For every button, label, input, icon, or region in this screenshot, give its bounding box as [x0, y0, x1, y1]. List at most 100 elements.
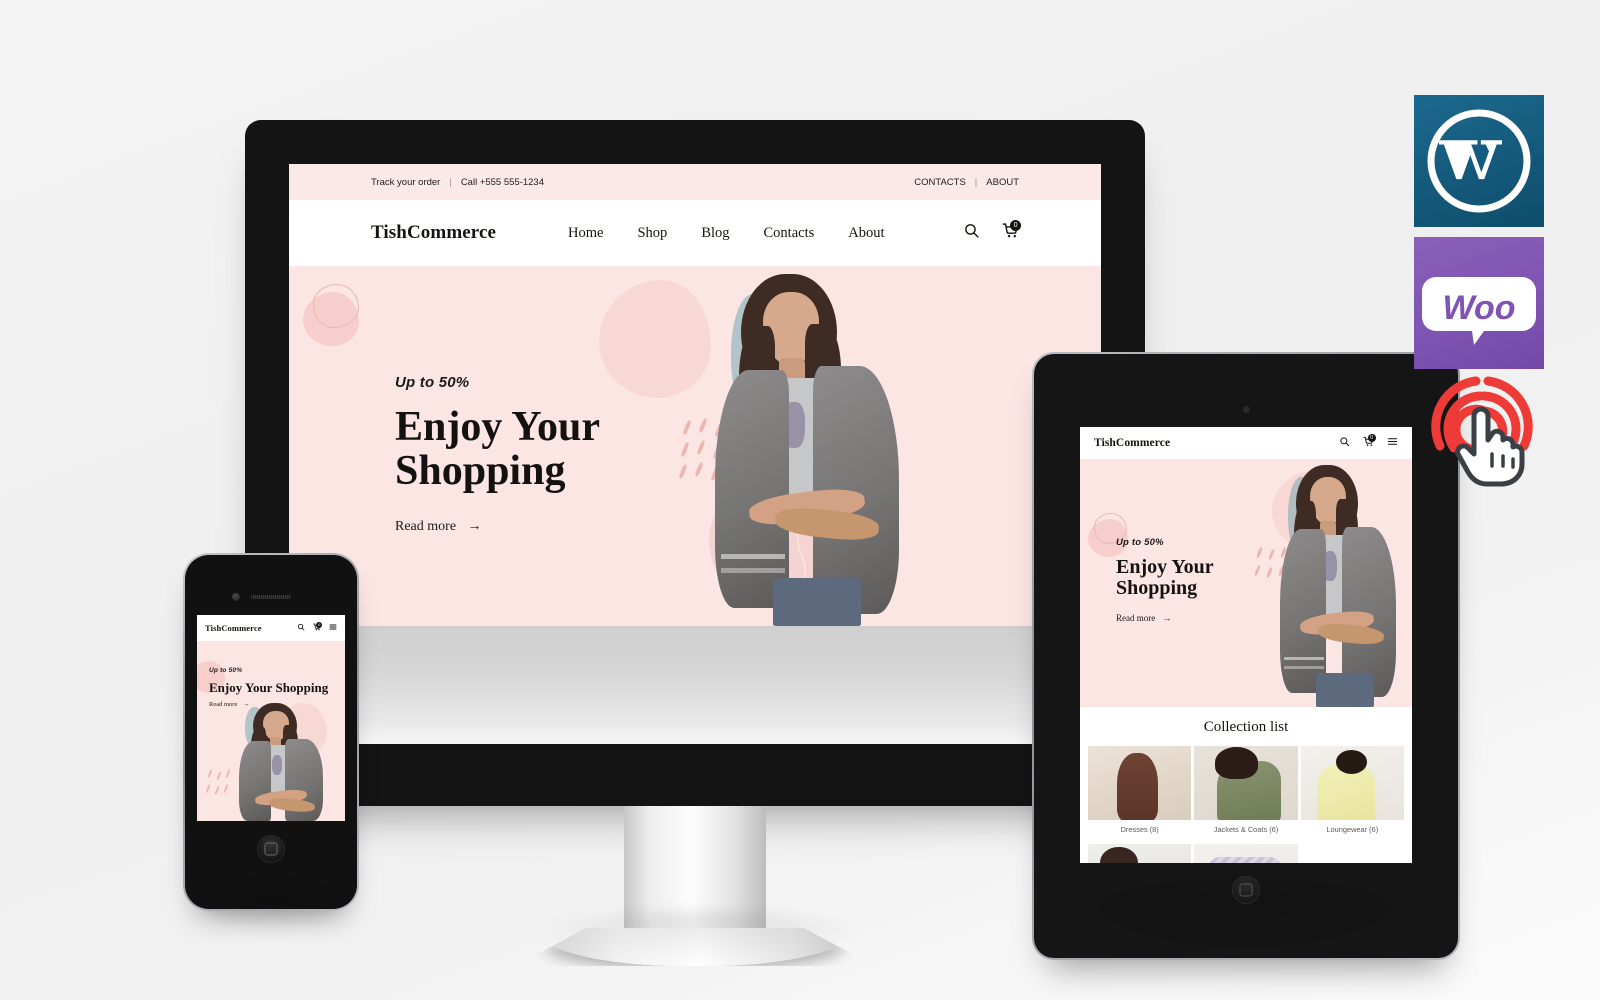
collection-item-dresses[interactable]: Dresses (8)	[1088, 746, 1192, 841]
hero-copy: Up to 50% Enjoy Your Shopping Read more …	[289, 266, 1101, 535]
showcase-canvas: Track your order | Call +555 555-1234 CO…	[0, 0, 1600, 1000]
tablet-hero-cta-link[interactable]: Read more →	[1116, 613, 1412, 623]
tablet-hero-cta-label: Read more	[1116, 613, 1156, 623]
nav-item-shop[interactable]: Shop	[637, 225, 667, 242]
iphone-speaker-icon	[232, 593, 291, 601]
imac-stand-neck	[624, 806, 766, 928]
collection-item-6[interactable]	[1301, 844, 1404, 863]
tablet-hero-headline-line2: Shopping	[1116, 577, 1198, 599]
wordpress-logo[interactable]	[1414, 95, 1544, 227]
phone-hero-model-photo	[231, 701, 343, 821]
collection-label-jackets-coats: Jackets & Coats (6)	[1213, 825, 1279, 834]
iphone-reflection	[196, 888, 346, 934]
cart-icon[interactable]: 0	[1002, 219, 1022, 244]
nav-item-contacts[interactable]: Contacts	[764, 225, 815, 242]
arrow-right-icon: →	[242, 700, 250, 708]
tablet-hero-headline-line1: Enjoy Your	[1116, 556, 1214, 578]
cart-count-badge: 0	[1010, 219, 1022, 231]
phone-navbar: TishCommerce 0	[197, 615, 345, 641]
iphone-screen: TishCommerce 0 Up to 50% Enjoy Your Shop…	[197, 615, 345, 821]
nav-icon-group: 0	[963, 219, 1022, 244]
iphone-frame: TishCommerce 0 Up to 50% Enjoy Your Shop…	[183, 553, 359, 911]
phone-device-iphone: TishCommerce 0 Up to 50% Enjoy Your Shop…	[183, 553, 359, 911]
topbar-contacts-link[interactable]: CONTACTS	[914, 177, 966, 188]
topbar-divider: |	[449, 176, 452, 188]
imac-chin	[289, 626, 1101, 744]
phone-hero-copy: Up to 50% Enjoy Your Shopping Read more …	[197, 641, 345, 708]
hero-headline: Enjoy Your Shopping	[395, 405, 1101, 493]
cart-count-badge: 0	[1367, 434, 1376, 443]
collection-thumb-5	[1194, 844, 1298, 863]
phone-nav-icon-group: 0	[297, 621, 337, 633]
phone-hero-headline: Enjoy Your Shopping	[209, 680, 329, 695]
responsive-click-icon	[1424, 372, 1540, 488]
nav-item-about[interactable]: About	[848, 225, 884, 242]
topbar-about-link[interactable]: ABOUT	[986, 177, 1019, 188]
ipad-camera-icon	[1242, 406, 1250, 413]
phone-hero-section: Up to 50% Enjoy Your Shopping Read more …	[197, 641, 345, 821]
topbar: Track your order | Call +555 555-1234 CO…	[289, 164, 1101, 200]
collection-thumb-4	[1088, 844, 1192, 863]
search-icon[interactable]	[963, 222, 980, 244]
collection-item-loungewear[interactable]: Loungewear (6)	[1300, 746, 1404, 841]
iphone-home-button[interactable]	[257, 835, 285, 863]
collection-thumb-jackets-coats	[1194, 746, 1298, 820]
tablet-hero-copy: Up to 50% Enjoy Your Shopping Read more …	[1080, 459, 1412, 623]
svg-text:Woo: Woo	[1442, 289, 1515, 327]
primary-menu: Home Shop Blog Contacts About	[568, 225, 884, 242]
imac-bezel: Track your order | Call +555 555-1234 CO…	[245, 120, 1145, 806]
collection-item-jackets-coats[interactable]: Jackets & Coats (6)	[1194, 746, 1298, 841]
collection-grid: Dresses (8) Jackets & Coats (6) Loungewe…	[1080, 746, 1412, 863]
imac-reflection	[520, 912, 880, 968]
phone-hero-cta-label: Read more	[209, 700, 238, 708]
search-icon[interactable]	[297, 623, 305, 633]
phone-site-logo[interactable]: TishCommerce	[205, 623, 262, 633]
main-navbar: TishCommerce Home Shop Blog Contacts Abo…	[289, 200, 1101, 266]
site-logo[interactable]: TishCommerce	[371, 222, 496, 244]
phone-hero-eyebrow: Up to 50%	[209, 667, 243, 674]
hamburger-menu-icon[interactable]	[329, 623, 337, 633]
hamburger-menu-icon[interactable]	[1387, 436, 1398, 450]
hero-headline-line2: Shopping	[395, 448, 566, 495]
cart-icon[interactable]: 0	[1363, 434, 1376, 450]
collection-list-section: Collection list Dresses (8) Jackets & Co…	[1080, 707, 1412, 863]
iphone-bezel: TishCommerce 0 Up to 50% Enjoy Your Shop…	[185, 555, 357, 909]
cart-icon[interactable]: 0	[313, 621, 323, 633]
phone-link[interactable]: Call +555 555-1234	[461, 177, 544, 188]
phone-website: TishCommerce 0 Up to 50% Enjoy Your Shop…	[197, 615, 345, 821]
topbar-right-divider: |	[974, 176, 978, 188]
nav-item-home[interactable]: Home	[568, 225, 603, 242]
tablet-website: TishCommerce 0 Up to 50% Enjoy Your Shop…	[1080, 427, 1412, 863]
hero-section: Up to 50% Enjoy Your Shopping Read more …	[289, 266, 1101, 626]
nav-item-blog[interactable]: Blog	[701, 225, 729, 242]
hero-headline-line1: Enjoy Your	[395, 404, 600, 450]
imac-screen: Track your order | Call +555 555-1234 CO…	[289, 164, 1101, 626]
ipad-screen: TishCommerce 0 Up to 50% Enjoy Your Shop…	[1080, 427, 1412, 863]
collection-thumb-loungewear	[1300, 746, 1404, 820]
hero-cta-label: Read more	[395, 519, 457, 535]
arrow-right-icon: →	[467, 519, 482, 535]
collection-item-5[interactable]	[1194, 844, 1298, 863]
search-icon[interactable]	[1339, 436, 1350, 450]
collection-label-loungewear: Loungewear (6)	[1326, 825, 1379, 834]
woocommerce-logo[interactable]: Woo	[1414, 237, 1544, 369]
ipad-reflection	[1080, 890, 1410, 944]
collection-item-4[interactable]	[1088, 844, 1192, 863]
tablet-nav-icon-group: 0	[1339, 434, 1398, 450]
desktop-website: Track your order | Call +555 555-1234 CO…	[289, 164, 1101, 626]
collection-list-title: Collection list	[1203, 719, 1289, 735]
tablet-hero-eyebrow: Up to 50%	[1116, 537, 1164, 548]
hero-eyebrow: Up to 50%	[395, 374, 470, 391]
tablet-hero-headline: Enjoy Your Shopping	[1116, 557, 1412, 599]
collection-thumb-6	[1301, 844, 1404, 863]
hero-cta-link[interactable]: Read more →	[395, 519, 1101, 535]
track-order-link[interactable]: Track your order	[371, 177, 440, 188]
desktop-device-imac: Track your order | Call +555 555-1234 CO…	[245, 120, 1145, 966]
phone-hero-cta-link[interactable]: Read more →	[209, 701, 345, 708]
collection-label-dresses: Dresses (8)	[1120, 825, 1159, 834]
tablet-site-logo[interactable]: TishCommerce	[1094, 437, 1170, 449]
arrow-right-icon: →	[1162, 613, 1172, 623]
cart-count-badge: 0	[316, 621, 323, 628]
tablet-hero-section: Up to 50% Enjoy Your Shopping Read more …	[1080, 459, 1412, 707]
tablet-navbar: TishCommerce 0	[1080, 427, 1412, 459]
